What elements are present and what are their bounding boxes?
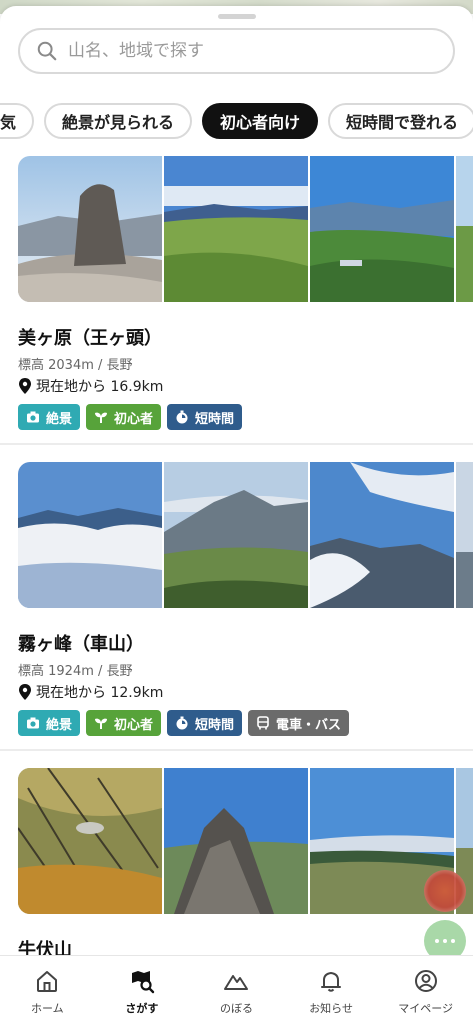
bell-icon: [321, 972, 342, 992]
tag-beginner: 初心者: [86, 404, 162, 430]
record-button[interactable]: [424, 870, 466, 912]
user-icon: [414, 970, 437, 992]
filter-chips: 気 絶景が見られる 初心者向け 短時間で登れる: [0, 103, 473, 139]
card-divider: [0, 443, 473, 445]
chip-label: 短時間で登れる: [346, 113, 459, 132]
photo-carousel[interactable]: [18, 768, 473, 914]
bottom-sheet: 気 絶景が見られる 初心者向け 短時間で登れる: [0, 6, 473, 1024]
chip-label: 絶景が見られる: [62, 113, 175, 132]
tag-label: 短時間: [195, 411, 235, 427]
mountain-photo: [310, 462, 454, 608]
bottom-tab-bar: ホーム さがす のぼる お知らせ マイページ: [0, 955, 473, 1024]
tab-label: マイページ: [398, 1002, 454, 1015]
tag-list: 絶景 初心者 短時間 電車・バス: [18, 710, 350, 736]
tab-home[interactable]: ホーム: [0, 956, 95, 1024]
tab-mypage[interactable]: マイページ: [378, 956, 473, 1024]
mountain-photo: [164, 768, 308, 914]
tag-public-transport: 電車・バス: [248, 710, 350, 736]
tag-label: 初心者: [114, 411, 154, 427]
mountain-name: 美ヶ原（王ヶ頭）: [18, 328, 162, 349]
mountain-elevation: 標高 2034m / 長野: [18, 358, 133, 373]
chip-label: 気: [0, 113, 17, 132]
mountain-photo: [456, 462, 473, 608]
mountain-photo: [310, 156, 454, 302]
home-icon: [37, 971, 58, 992]
tag-scenic: 絶景: [18, 710, 81, 736]
distance-text: 現在地から 16.9km: [36, 379, 164, 395]
tag-label: 絶景: [46, 411, 73, 427]
tag-scenic: 絶景: [18, 404, 81, 430]
tab-label: ホーム: [30, 1002, 64, 1015]
tag-short-time: 短時間: [167, 710, 243, 736]
mountain-elevation: 標高 1924m / 長野: [18, 664, 133, 679]
mountain-name: 霧ヶ峰（車山）: [18, 634, 144, 655]
camera-icon: [27, 717, 39, 729]
timer-icon: [176, 410, 188, 424]
search-bar[interactable]: [18, 28, 455, 74]
mountain-distance: 現在地から 12.9km: [18, 682, 163, 702]
location-pin-icon: [19, 378, 31, 394]
mountain-photo: [456, 156, 473, 302]
bus-icon: [257, 716, 269, 730]
sprout-icon: [95, 718, 108, 729]
tag-short-time: 短時間: [167, 404, 243, 430]
chip-label: 初心者向け: [220, 113, 301, 132]
mountain-photo: [18, 462, 162, 608]
search-input[interactable]: [68, 41, 428, 61]
mountain-distance: 現在地から 16.9km: [18, 376, 163, 396]
chip-short-time[interactable]: 短時間で登れる: [328, 103, 473, 139]
chip-scenic[interactable]: 絶景が見られる: [44, 103, 193, 139]
dot-icon: [443, 939, 447, 943]
tag-label: 短時間: [195, 717, 235, 733]
card-divider: [0, 749, 473, 751]
chip-beginner[interactable]: 初心者向け: [202, 103, 319, 139]
tag-list: 絶景 初心者 短時間: [18, 404, 243, 430]
sprout-icon: [95, 412, 108, 423]
timer-icon: [176, 716, 188, 730]
dot-icon: [451, 939, 455, 943]
search-icon: [37, 41, 57, 61]
tab-notifications[interactable]: お知らせ: [284, 956, 379, 1024]
location-pin-icon: [19, 684, 31, 700]
photo-carousel[interactable]: [18, 156, 473, 302]
map-search-icon: [131, 971, 155, 994]
tag-label: 初心者: [114, 717, 154, 733]
sheet-drag-handle[interactable]: [218, 14, 256, 19]
mountain-photo: [164, 462, 308, 608]
distance-text: 現在地から 12.9km: [36, 685, 164, 701]
chip-partial[interactable]: 気: [0, 103, 35, 139]
dot-icon: [435, 939, 439, 943]
mountain-photo: [18, 156, 162, 302]
tab-label: さがす: [125, 1002, 159, 1015]
tag-beginner: 初心者: [86, 710, 162, 736]
photo-carousel[interactable]: [18, 462, 473, 608]
tab-label: お知らせ: [309, 1002, 353, 1015]
mountain-photo: [164, 156, 308, 302]
tag-label: 電車・バス: [276, 717, 342, 733]
mountain-icon: [224, 975, 249, 990]
camera-icon: [27, 411, 39, 423]
mountain-photo: [18, 768, 162, 914]
tag-label: 絶景: [46, 717, 73, 733]
tab-climb[interactable]: のぼる: [189, 956, 284, 1024]
tab-label: のぼる: [219, 1002, 253, 1015]
tab-search[interactable]: さがす: [95, 956, 190, 1024]
